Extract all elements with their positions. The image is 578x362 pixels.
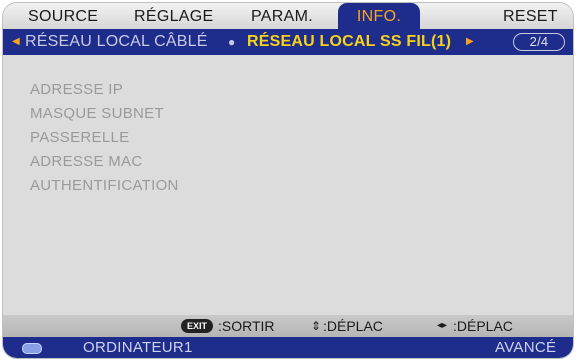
info-panel: ADRESSE IP MASQUE SUBNET PASSERELLE ADRE… [3,55,573,313]
separator-dot-icon: ● [228,35,236,49]
current-input: ORDINATEUR1 [83,339,193,356]
projector-osd-menu: SOURCE RÉGLAGE PARAM. INFO. RESET ◀ RÉSE… [3,3,573,358]
field-authentication: AUTHENTIFICATION [30,177,179,194]
move-horizontal-label: :DÉPLAC [453,318,513,334]
field-subnet-mask: MASQUE SUBNET [30,105,164,122]
tab-reglage[interactable]: RÉGLAGE [134,3,213,29]
exit-label: :SORTIR [218,318,275,334]
page-indicator: 2/4 [513,33,565,51]
tab-info[interactable]: INFO. [338,3,420,29]
menu-mode: AVANCÉ [495,339,557,356]
vga-connector-icon [22,343,42,354]
main-tab-bar: SOURCE RÉGLAGE PARAM. INFO. RESET [3,3,573,29]
exit-key-icon: EXIT [181,319,213,333]
subtab-wired-lan[interactable]: RÉSEAU LOCAL CÂBLÉ [25,29,208,55]
up-down-arrows-icon: ⇕ [311,319,322,333]
sub-tab-bar: ◀ RÉSEAU LOCAL CÂBLÉ ● RÉSEAU LOCAL SS F… [3,29,573,55]
field-gateway: PASSERELLE [30,129,130,146]
arrow-left-icon[interactable]: ◀ [12,29,20,55]
arrow-right-icon[interactable]: ▶ [466,29,474,55]
subtab-wireless-lan[interactable]: RÉSEAU LOCAL SS FIL(1) [247,29,451,55]
field-ip-address: ADRESSE IP [30,81,124,98]
status-bar: ORDINATEUR1 AVANCÉ [3,337,573,358]
left-right-arrows-icon: ◂▸ [437,320,448,331]
tab-reset[interactable]: RESET [503,3,558,29]
move-vertical-label: :DÉPLAC [323,318,383,334]
field-mac-address: ADRESSE MAC [30,153,143,170]
tab-source[interactable]: SOURCE [28,3,98,29]
help-bar: EXIT :SORTIR ⇕ :DÉPLAC ◂▸ :DÉPLAC [3,315,573,337]
tab-param[interactable]: PARAM. [251,3,313,29]
